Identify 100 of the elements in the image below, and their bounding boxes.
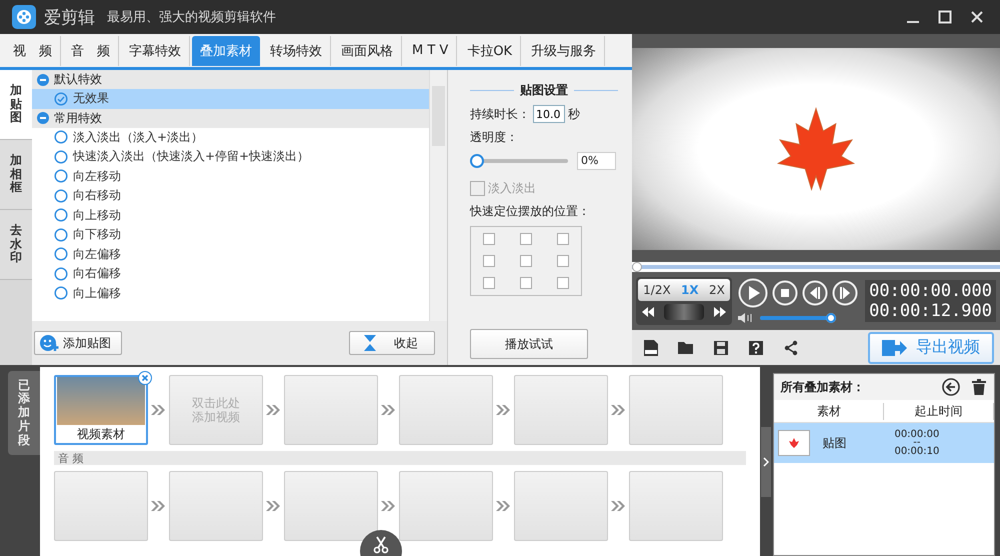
add-sticker-button[interactable]: 添加贴图: [34, 331, 122, 355]
collapse-icon[interactable]: [37, 112, 49, 124]
position-checkbox[interactable]: [483, 277, 496, 289]
radio-circle-icon: [54, 266, 68, 281]
category-tab[interactable]: 音 频: [63, 36, 119, 66]
position-checkbox[interactable]: [520, 255, 532, 267]
category-tab[interactable]: 字幕特效: [121, 36, 190, 66]
speed-option[interactable]: 2X: [708, 283, 725, 297]
empty-clip-slot[interactable]: [398, 375, 493, 445]
empty-clip-slot[interactable]: [284, 375, 378, 445]
collapse-icon[interactable]: [37, 74, 49, 86]
opacity-label: 透明度：: [470, 129, 519, 146]
total-time: 00:00:12.900: [869, 301, 992, 321]
position-checkbox[interactable]: [483, 255, 496, 267]
share-icon[interactable]: [782, 338, 800, 356]
group-header[interactable]: 常用特效: [32, 108, 429, 128]
current-time: 00:00:00.000: [869, 281, 992, 301]
duration-label: 持续时长：: [470, 106, 530, 122]
category-tab[interactable]: 叠加素材: [192, 36, 260, 66]
remove-icon[interactable]: [138, 371, 152, 385]
category-tab[interactable]: 卡拉OK: [459, 36, 522, 66]
help-icon[interactable]: [747, 338, 765, 356]
position-checkbox[interactable]: [556, 233, 569, 245]
fast-forward-icon[interactable]: [714, 307, 726, 317]
app-tagline: 最易用、强大的视频剪辑软件: [107, 9, 276, 26]
speaker-icon[interactable]: [738, 312, 754, 324]
end-time: 00:00:10: [894, 446, 940, 457]
opacity-slider[interactable]: [470, 154, 568, 168]
scissors-icon: [372, 536, 389, 554]
clip-label: 视频素材: [76, 426, 125, 443]
rewind-icon[interactable]: [642, 307, 654, 317]
side-tab[interactable]: 加贴图: [0, 70, 32, 140]
time-separator: --: [913, 440, 921, 446]
position-checkbox[interactable]: [556, 277, 569, 289]
radio-circle-icon: [54, 228, 68, 242]
trash-icon[interactable]: [970, 378, 988, 396]
chevron-arrow-icon: [380, 404, 396, 416]
new-file-icon[interactable]: [642, 338, 660, 356]
timeline-tab[interactable]: 已添加片段: [8, 371, 40, 455]
effect-item[interactable]: 向右偏移: [32, 264, 429, 284]
effect-item[interactable]: 快速淡入淡出（快速淡入+停留+快速淡出）: [32, 147, 429, 166]
duration-field[interactable]: 10.0: [533, 105, 565, 123]
effect-item[interactable]: 向上移动: [32, 206, 429, 225]
empty-clip-slot[interactable]: [628, 375, 723, 445]
seconds-unit: 秒: [568, 106, 580, 122]
effect-item[interactable]: 向左偏移: [32, 244, 429, 264]
chevron-arrow-icon: [495, 404, 512, 416]
speed-option[interactable]: 1/2X: [643, 283, 671, 297]
chevron-arrow-icon: [380, 500, 396, 512]
group-header[interactable]: 默认特效: [32, 70, 429, 89]
close-icon[interactable]: [970, 10, 984, 24]
group-label: 常用特效: [54, 110, 102, 126]
column-header: 素材: [774, 402, 884, 420]
category-tab[interactable]: M T V: [404, 36, 458, 66]
radio-circle-icon: [54, 247, 68, 262]
radio-circle-icon: [54, 208, 68, 222]
save-icon[interactable]: [712, 338, 730, 356]
expand-handle[interactable]: [761, 426, 772, 496]
effect-item[interactable]: 向下移动: [32, 225, 429, 244]
collapse-button[interactable]: 收起: [349, 331, 435, 355]
chevron-arrow-icon: [610, 404, 626, 416]
maximize-icon[interactable]: [938, 10, 952, 24]
fade-label: 淡入淡出: [488, 180, 536, 197]
check-circle-icon: [54, 92, 68, 106]
position-checkbox[interactable]: [520, 233, 532, 245]
jog-wheel[interactable]: [664, 304, 704, 320]
position-checkbox[interactable]: [483, 233, 496, 245]
opacity-value: 0%: [577, 152, 616, 170]
start-time: 00:00:00: [894, 429, 940, 440]
column-header: 起止时间: [884, 402, 994, 420]
chevron-right-icon: [763, 456, 770, 466]
chevron-arrow-icon: [610, 500, 626, 512]
category-tab[interactable]: 画面风格: [333, 36, 402, 66]
radio-circle-icon: [54, 286, 68, 300]
effect-item[interactable]: 向右移动: [32, 186, 429, 206]
effect-item[interactable]: 向上偏移: [32, 284, 429, 303]
position-checkbox[interactable]: [520, 277, 532, 289]
side-tab[interactable]: 加相框: [0, 140, 32, 210]
category-tab[interactable]: 升级与服务: [523, 36, 606, 66]
position-checkbox[interactable]: [556, 255, 569, 267]
next-frame-icon[interactable]: [832, 280, 858, 306]
stop-icon[interactable]: [772, 280, 798, 306]
try-play-button[interactable]: 播放试试: [470, 329, 588, 359]
side-tab[interactable]: 去水印: [0, 210, 32, 280]
overlay-name: 贴图: [822, 434, 848, 452]
overlay-row[interactable]: 贴图 00:00:00 -- 00:00:10: [774, 423, 994, 463]
effect-item[interactable]: 淡入淡出（淡入+淡出）: [32, 128, 429, 147]
empty-clip-slot[interactable]: [514, 375, 608, 445]
category-tab[interactable]: 转场特效: [262, 36, 331, 66]
volume-slider[interactable]: [760, 313, 836, 323]
effect-item[interactable]: 向左移动: [32, 166, 429, 186]
audio-track-label: 音 频: [56, 450, 84, 466]
category-tab[interactable]: 视 频: [5, 36, 61, 66]
chevron-arrow-icon: [265, 500, 282, 512]
previous-frame-icon[interactable]: [802, 280, 828, 306]
overlay-list-title: 所有叠加素材：: [780, 378, 864, 396]
effect-item[interactable]: 无效果: [32, 89, 429, 108]
play-icon[interactable]: [738, 278, 768, 308]
radio-circle-icon: [54, 130, 68, 144]
scrollbar[interactable]: [429, 70, 447, 321]
